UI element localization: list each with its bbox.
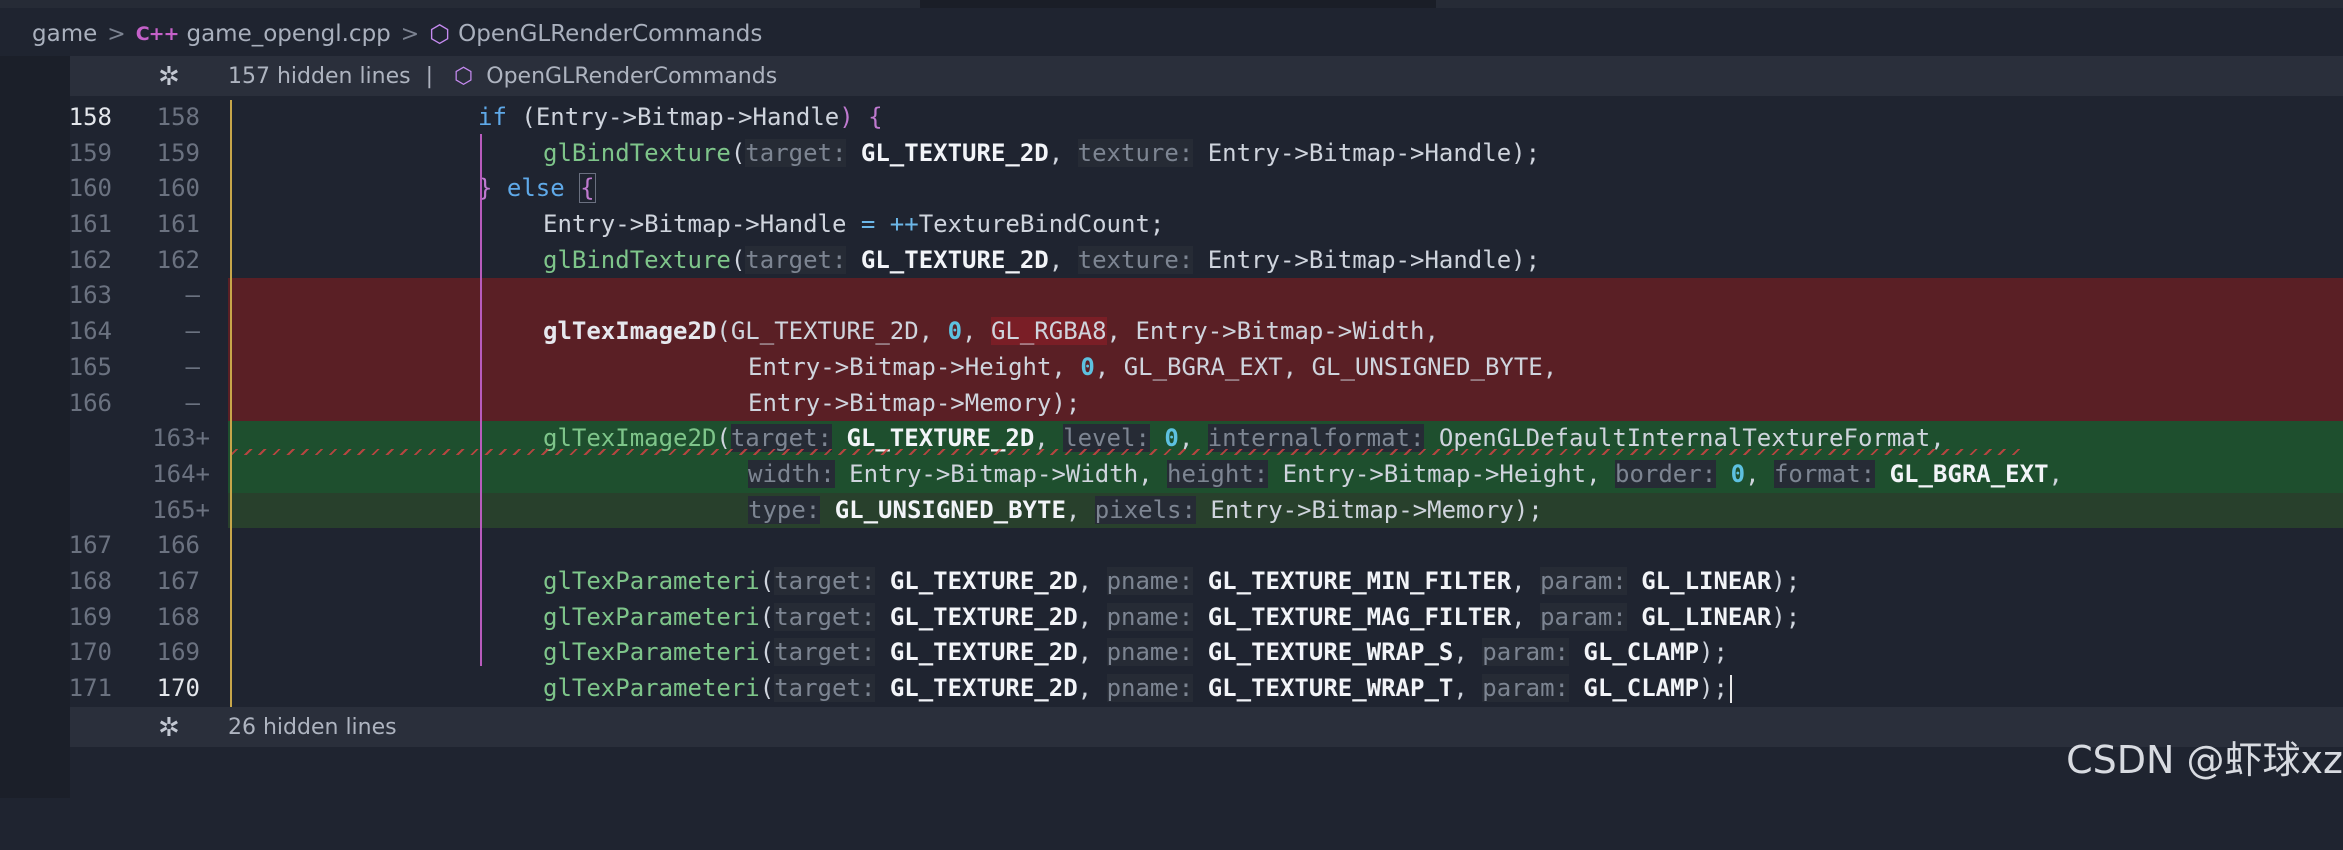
old-line-number: 171: [68, 674, 112, 702]
deleted-line[interactable]: 163 —: [0, 278, 2343, 315]
code-line[interactable]: 168 167 glTexParameteri(target: GL_TEXTU…: [0, 564, 2343, 600]
bracket-guide: [480, 134, 482, 666]
hidden-lines-info: 157 hidden lines | ⬡ OpenGLRenderCommand…: [228, 64, 777, 89]
cpp-file-icon: C++: [135, 23, 180, 45]
deleted-line-bg: [228, 278, 2343, 315]
diff-editor[interactable]: 158 158 if (Entry->Bitmap->Handle) { 159…: [0, 100, 2343, 707]
old-line-number: 160: [68, 174, 112, 203]
chevron-right-icon: >: [107, 21, 126, 47]
chevron-right-icon: >: [400, 21, 420, 47]
watermark: CSDN @虾球xz: [2066, 738, 2343, 782]
code-text: Entry->Bitmap->Height, 0, GL_BGRA_EXT, G…: [748, 352, 1558, 381]
tab-strip-segment: [1436, 0, 2343, 8]
new-line-number: 158: [156, 103, 200, 131]
old-line-number: 164: [68, 317, 112, 346]
new-line-number: 167: [156, 566, 200, 595]
unfold-icon[interactable]: ✲: [158, 713, 180, 743]
code-line-current[interactable]: 171 170 glTexParameteri(target: GL_TEXTU…: [0, 671, 2343, 707]
new-line-number: 170: [156, 674, 200, 702]
code-line[interactable]: 161 161 Entry->Bitmap->Handle = ++Textur…: [0, 207, 2343, 243]
breadcrumb-root[interactable]: game: [32, 21, 97, 47]
cube-icon: ⬡: [454, 63, 474, 89]
code-text: Entry->Bitmap->Memory);: [748, 388, 1081, 417]
code-text: glTexParameteri(target: GL_TEXTURE_2D, p…: [543, 566, 1801, 595]
code-line[interactable]: 160 160 } else {: [0, 171, 2343, 207]
hidden-lines-count: 157 hidden lines: [228, 63, 411, 89]
new-line-number: 159: [156, 138, 200, 167]
breadcrumb-symbol[interactable]: OpenGLRenderCommands: [458, 21, 762, 47]
hidden-lines-bar-top[interactable]: ✲ 157 hidden lines | ⬡ OpenGLRenderComma…: [70, 56, 2343, 96]
new-line-number: —: [185, 352, 200, 381]
deleted-line[interactable]: 165 — Entry->Bitmap->Height, 0, GL_BGRA_…: [0, 349, 2343, 386]
added-line[interactable]: 165+ type: GL_UNSIGNED_BYTE, pixels: Ent…: [0, 492, 2343, 529]
code-text: glTexParameteri(target: GL_TEXTURE_2D, p…: [543, 602, 1801, 631]
hidden-lines-bar-bottom[interactable]: ✲ 26 hidden lines: [70, 707, 2343, 747]
text-cursor: [1729, 675, 1732, 703]
old-line-number: 163: [68, 281, 112, 310]
old-line-number: 159: [68, 138, 112, 167]
code-line[interactable]: 170 169 glTexParameteri(target: GL_TEXTU…: [0, 635, 2343, 671]
hidden-lines-count: 26 hidden lines: [228, 714, 397, 740]
old-line-number: 169: [68, 602, 112, 631]
new-line-number: 163+: [152, 424, 210, 453]
cube-icon: ⬡: [429, 20, 451, 48]
code-text: Entry->Bitmap->Handle = ++TextureBindCou…: [543, 210, 1165, 239]
code-line[interactable]: 159 159 glBindTexture(target: GL_TEXTURE…: [0, 136, 2343, 172]
new-line-number: 165+: [152, 495, 210, 524]
new-line-number: 166: [156, 531, 200, 560]
deleted-line[interactable]: 166 — Entry->Bitmap->Memory);: [0, 385, 2343, 422]
code-text: glTexParameteri(target: GL_TEXTURE_2D, p…: [543, 671, 1732, 707]
new-line-number: 169: [156, 638, 200, 667]
new-line-number: —: [185, 388, 200, 417]
added-line[interactable]: 163+ glTexImage2D(target: GL_TEXTURE_2D,…: [0, 421, 2343, 457]
old-line-number: 168: [68, 566, 112, 595]
new-line-number: 162: [156, 245, 200, 274]
code-text: if (Entry->Bitmap->Handle) {: [478, 103, 883, 131]
hidden-lines-symbol: OpenGLRenderCommands: [486, 63, 778, 89]
hidden-lines-divider: |: [425, 63, 434, 89]
error-squiggle: [230, 449, 2025, 456]
new-line-number: 161: [156, 210, 200, 239]
tab-strip-segment: [0, 0, 920, 8]
code-line[interactable]: 169 168 glTexParameteri(target: GL_TEXTU…: [0, 600, 2343, 636]
breadcrumb: game > C++ game_opengl.cpp > ⬡ OpenGLRen…: [0, 14, 2343, 54]
code-text: glBindTexture(target: GL_TEXTURE_2D, tex…: [543, 245, 1541, 274]
code-text: glTexImage2D(GL_TEXTURE_2D, 0, GL_RGBA8,…: [543, 317, 1439, 346]
old-line-number: 167: [68, 531, 112, 560]
added-line[interactable]: 164+ width: Entry->Bitmap->Width, height…: [0, 456, 2343, 493]
new-line-number: 168: [156, 602, 200, 631]
old-line-number: 165: [68, 352, 112, 381]
new-line-number: —: [185, 317, 200, 346]
new-line-number: 164+: [152, 459, 210, 488]
code-text: glTexParameteri(target: GL_TEXTURE_2D, p…: [543, 638, 1728, 667]
code-text: } else {: [478, 173, 596, 204]
title-strip: [0, 0, 2343, 8]
code-line[interactable]: 167 166: [0, 528, 2343, 564]
code-text: type: GL_UNSIGNED_BYTE, pixels: Entry->B…: [748, 495, 1543, 524]
deleted-line-bg: [228, 385, 2343, 422]
code-line[interactable]: 162 162 glBindTexture(target: GL_TEXTURE…: [0, 243, 2343, 279]
deleted-line[interactable]: 164 — glTexImage2D(GL_TEXTURE_2D, 0, GL_…: [0, 314, 2343, 350]
code-text: width: Entry->Bitmap->Width, height: Ent…: [748, 459, 2063, 488]
old-line-number: 158: [68, 103, 112, 131]
modified-indicator: [230, 100, 232, 707]
breadcrumb-file[interactable]: game_opengl.cpp: [186, 21, 390, 47]
new-line-number: —: [185, 281, 200, 310]
code-line[interactable]: 158 158 if (Entry->Bitmap->Handle) {: [0, 100, 2343, 136]
unfold-icon[interactable]: ✲: [158, 62, 180, 92]
old-line-number: 170: [68, 638, 112, 667]
new-line-number: 160: [156, 174, 200, 203]
old-line-number: 166: [68, 388, 112, 417]
code-text: glBindTexture(target: GL_TEXTURE_2D, tex…: [543, 138, 1541, 167]
old-line-number: 162: [68, 245, 112, 274]
old-line-number: 161: [68, 210, 112, 239]
